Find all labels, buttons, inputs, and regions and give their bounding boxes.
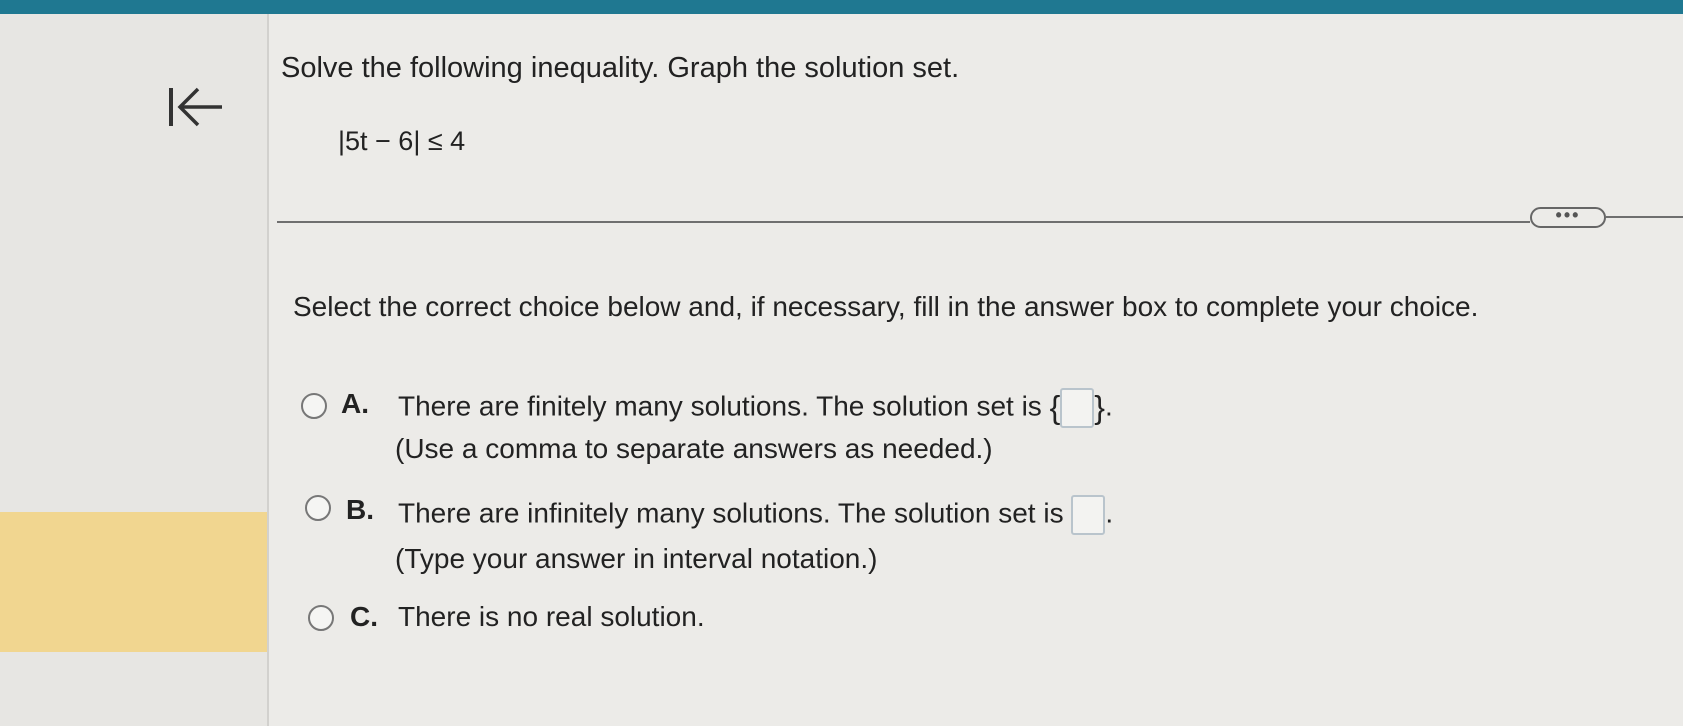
choice-b-letter: B. — [346, 494, 374, 525]
set-close-brace: } — [1094, 389, 1105, 426]
question-instruction: Solve the following inequality. Graph th… — [281, 52, 960, 84]
choice-a-radio[interactable] — [301, 393, 327, 419]
choice-b-radio[interactable] — [305, 495, 331, 521]
more-options-button[interactable]: ••• — [1530, 204, 1606, 228]
choice-a-hint: (Use a comma to separate answers as need… — [395, 433, 993, 464]
choice-a-text-line: There are finitely many solutions. The s… — [398, 388, 1113, 428]
choice-a-answer-box[interactable] — [1060, 388, 1095, 428]
arrow-left-to-bar-icon[interactable] — [166, 82, 226, 132]
set-open-brace: { — [1049, 389, 1061, 426]
choice-b-answer-box[interactable] — [1071, 495, 1106, 535]
choice-a-letter: A. — [341, 388, 369, 419]
section-divider-right — [1606, 216, 1683, 218]
choice-c-radio[interactable] — [308, 605, 334, 631]
choice-c-text: There is no real solution. — [398, 601, 705, 632]
choice-b-hint: (Type your answer in interval notation.) — [395, 543, 878, 574]
choice-b-period: . — [1105, 497, 1114, 529]
top-bar — [0, 0, 1683, 14]
choice-a-text: There are finitely many solutions. The s… — [398, 390, 1042, 422]
inequality-expression: |5t − 6| ≤ 4 — [338, 126, 466, 156]
more-button-label: ••• — [1555, 204, 1581, 225]
choice-a-period: . — [1104, 390, 1113, 422]
choice-b-text-line: There are infinitely many solutions. The… — [398, 495, 1113, 535]
choice-c-letter: C. — [350, 601, 378, 632]
sidebar-highlight — [0, 512, 268, 652]
choice-prompt: Select the correct choice below and, if … — [293, 291, 1479, 322]
section-divider — [277, 221, 1530, 223]
choice-b-text: There are infinitely many solutions. The… — [398, 497, 1064, 529]
